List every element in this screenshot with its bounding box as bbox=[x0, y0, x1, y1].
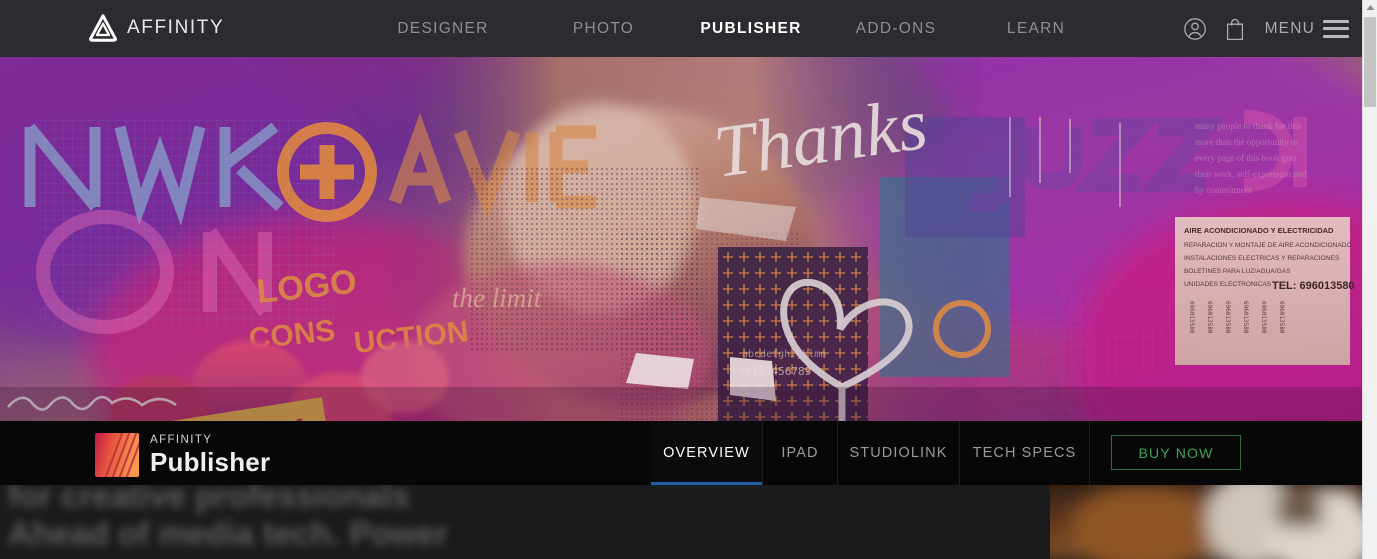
publisher-name-block: AFFINITY Publisher bbox=[150, 433, 271, 478]
product-tabs: OVERVIEW IPAD STUDIOLINK TECH SPECS bbox=[651, 421, 1090, 485]
hamburger-menu-icon[interactable] bbox=[1323, 19, 1349, 38]
below-fold-image bbox=[1022, 485, 1362, 559]
tab-ipad[interactable]: IPAD bbox=[763, 421, 838, 485]
nav-item-photo[interactable]: PHOTO bbox=[526, 20, 681, 38]
shopping-bag-icon[interactable] bbox=[1215, 9, 1255, 49]
nav-link-learn[interactable]: LEARN bbox=[1007, 20, 1065, 38]
affinity-brand[interactable]: AFFINITY bbox=[88, 13, 224, 43]
below-fold-headline-line-2: Ahead of media tech. Power bbox=[8, 515, 449, 552]
primary-navigation: DESIGNER PHOTO PUBLISHER ADD-ONS LEARN bbox=[360, 0, 1101, 57]
scroll-up-arrow-icon[interactable] bbox=[1363, 0, 1377, 15]
affinity-triangle-logo-icon bbox=[88, 13, 118, 43]
page-viewport: AFFINITY DESIGNER PHOTO PUBLISHER ADD-ON… bbox=[0, 0, 1362, 559]
header-utilities: MENU bbox=[1175, 0, 1349, 57]
hero-artwork: Thanks the limit LOGO CONS UCTION bbox=[0, 57, 1362, 421]
scrollbar-thumb[interactable] bbox=[1364, 17, 1376, 107]
product-name-label: Publisher bbox=[150, 447, 271, 478]
nav-link-publisher[interactable]: PUBLISHER bbox=[700, 20, 801, 38]
nav-item-add-ons[interactable]: ADD-ONS bbox=[821, 20, 971, 38]
affinity-publisher-app-icon bbox=[95, 433, 139, 477]
nav-link-add-ons[interactable]: ADD-ONS bbox=[856, 20, 937, 38]
vertical-scrollbar[interactable] bbox=[1362, 0, 1377, 559]
tab-tech-specs[interactable]: TECH SPECS bbox=[960, 421, 1090, 485]
below-fold-headline-line-1: for creative professionals bbox=[8, 485, 410, 514]
user-account-icon[interactable] bbox=[1175, 9, 1215, 49]
tab-studiolink[interactable]: STUDIOLINK bbox=[838, 421, 960, 485]
affinity-wordmark: AFFINITY bbox=[127, 17, 225, 38]
hero-collage-image: Thanks the limit LOGO CONS UCTION bbox=[0, 57, 1362, 421]
publisher-product-brand[interactable]: AFFINITY Publisher bbox=[95, 433, 270, 477]
browser-page: AFFINITY DESIGNER PHOTO PUBLISHER ADD-ON… bbox=[0, 0, 1377, 559]
buy-now-button[interactable]: BUY NOW bbox=[1111, 435, 1241, 470]
below-fold-content: for creative professionals Ahead of medi… bbox=[0, 485, 1362, 559]
nav-item-publisher[interactable]: PUBLISHER bbox=[681, 20, 821, 38]
tab-overview[interactable]: OVERVIEW bbox=[651, 421, 763, 485]
site-header: AFFINITY DESIGNER PHOTO PUBLISHER ADD-ON… bbox=[0, 0, 1362, 57]
below-fold-photo bbox=[1022, 485, 1362, 559]
product-family-label: AFFINITY bbox=[150, 433, 213, 446]
below-fold-text-panel: for creative professionals Ahead of medi… bbox=[0, 485, 1022, 559]
nav-item-designer[interactable]: DESIGNER bbox=[360, 20, 526, 38]
nav-link-photo[interactable]: PHOTO bbox=[573, 20, 634, 38]
nav-item-learn[interactable]: LEARN bbox=[971, 20, 1101, 38]
menu-label[interactable]: MENU bbox=[1265, 20, 1315, 38]
nav-link-designer[interactable]: DESIGNER bbox=[397, 20, 488, 38]
